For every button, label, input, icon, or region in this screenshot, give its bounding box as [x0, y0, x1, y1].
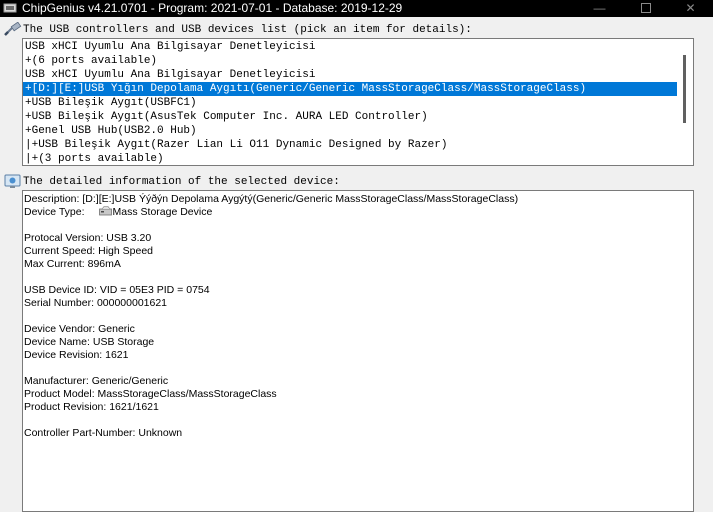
detail-line-device-type: Device Type: Mass Storage Device	[24, 206, 212, 219]
close-button[interactable]: ✕	[668, 0, 713, 17]
device-list-item[interactable]: |+(3 ports available)	[23, 152, 677, 165]
maximize-button[interactable]	[623, 0, 668, 17]
info-monitor-icon	[4, 174, 21, 188]
device-type-label: Device Type:	[24, 206, 85, 218]
device-list-item[interactable]: |+USB Bileşik Aygıt(Razer Lian Li O11 Dy…	[23, 138, 677, 152]
details-label: The detailed information of the selected…	[23, 176, 340, 188]
minimize-button[interactable]: —	[577, 0, 622, 17]
window-title: ChipGenius v4.21.0701 - Program: 2021-07…	[22, 1, 403, 15]
device-list[interactable]: USB xHCI Uyumlu Ana Bilgisayar Denetleyi…	[22, 38, 694, 166]
detail-line: Description: [D:][E:]USB Ýýðýn Depolama …	[24, 193, 519, 205]
detail-line: Product Revision: 1621/1621	[24, 401, 159, 413]
detail-line: Device Vendor: Generic	[24, 323, 135, 335]
scrollbar-thumb[interactable]	[683, 55, 686, 123]
detail-line: Protocal Version: USB 3.20	[24, 232, 152, 244]
detail-line: Device Name: USB Storage	[24, 336, 155, 348]
device-type-value: Mass Storage Device	[112, 206, 213, 218]
device-list-item[interactable]: +USB Bileşik Aygıt(AsusTek Computer Inc.…	[23, 110, 677, 124]
close-icon: ✕	[685, 1, 696, 15]
device-list-item[interactable]: USB xHCI Uyumlu Ana Bilgisayar Denetleyi…	[23, 40, 677, 54]
device-details[interactable]: Description: [D:][E:]USB Ýýðýn Depolama …	[22, 190, 694, 512]
detail-line: Manufacturer: Generic/Generic	[24, 375, 169, 387]
device-list-item[interactable]: +Genel USB Hub(USB2.0 Hub)	[23, 124, 677, 138]
device-list-label: The USB controllers and USB devices list…	[23, 24, 472, 36]
minimize-icon: —	[593, 1, 606, 15]
detail-line: Serial Number: 000000001621	[24, 297, 168, 309]
device-list-scrollbar[interactable]	[677, 39, 693, 165]
detail-line: Device Revision: 1621	[24, 349, 129, 361]
title-bar[interactable]: ChipGenius v4.21.0701 - Program: 2021-07…	[0, 0, 713, 17]
detail-line: Product Model: MassStorageClass/MassStor…	[24, 388, 277, 400]
device-list-item[interactable]: USB xHCI Uyumlu Ana Bilgisayar Denetleyi…	[23, 68, 677, 82]
usb-cable-icon	[4, 22, 22, 36]
detail-line: Current Speed: High Speed	[24, 245, 153, 257]
maximize-icon	[640, 2, 651, 13]
device-list-item[interactable]: +(6 ports available)	[23, 54, 677, 68]
detail-line: USB Device ID: VID = 05E3 PID = 0754	[24, 284, 210, 296]
device-list-item[interactable]: +[D:][E:]USB Yığın Depolama Aygıtı(Gener…	[23, 82, 677, 96]
detail-line: Controller Part-Number: Unknown	[24, 427, 183, 439]
device-list-item[interactable]: +USB Bileşik Aygıt(USBFC1)	[23, 96, 677, 110]
detail-line: Max Current: 896mA	[24, 258, 121, 270]
app-icon	[3, 3, 17, 13]
drive-icon	[98, 206, 112, 216]
